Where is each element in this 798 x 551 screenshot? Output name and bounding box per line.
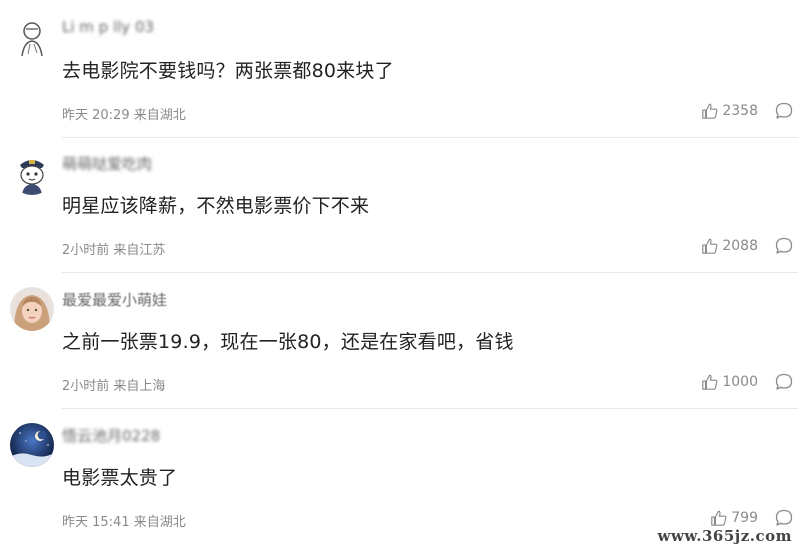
like-count: 799	[731, 510, 758, 526]
comment-location: 来自湖北	[133, 515, 186, 530]
like-button[interactable]: 799	[710, 509, 758, 527]
like-button[interactable]: 2358	[701, 102, 758, 120]
like-button[interactable]: 1000	[701, 373, 758, 391]
comment-item: Li m p lly 03 去电影院不要钱吗？两张票都80来块了 昨天 20:2…	[0, 4, 798, 138]
thumbs-up-icon	[711, 510, 727, 526]
comment-time: 昨天 15:41	[62, 515, 130, 530]
like-count: 2358	[722, 103, 758, 119]
comment-meta: 昨天 15:41 来自湖北	[62, 511, 186, 530]
like-count: 1000	[722, 374, 758, 390]
comment-time: 2小时前	[62, 379, 110, 394]
comment-time: 昨天 20:29	[62, 108, 130, 123]
comment-location: 来自湖北	[133, 108, 186, 123]
comment-location: 来自上海	[113, 379, 166, 394]
comment-meta: 2小时前 来自江苏	[62, 239, 165, 258]
comment-meta: 2小时前 来自上海	[62, 375, 165, 394]
police-cartoon-avatar-icon[interactable]	[10, 151, 54, 195]
comment-text: 明星应该降薪，不然电影票价下不来	[62, 195, 370, 217]
comment-text: 之前一张票19.9，现在一张80，还是在家看吧，省钱	[62, 331, 514, 353]
comment-bubble-icon	[775, 237, 793, 254]
comment-item: 悟云池月0228 电影票太贵了 昨天 15:41 来自湖北 799	[0, 411, 798, 545]
comment-meta: 昨天 20:29 来自湖北	[62, 104, 186, 123]
username-text[interactable]: 悟云池月0228	[62, 427, 160, 445]
comment-item: 最爱最爱小萌娃 之前一张票19.9，现在一张80，还是在家看吧，省钱 2小时前 …	[0, 275, 798, 409]
comment-bubble-icon	[775, 373, 793, 390]
night-sky-avatar-icon[interactable]	[10, 423, 54, 467]
thumbs-up-icon	[702, 238, 718, 254]
reply-button[interactable]	[774, 236, 794, 256]
site-watermark: www.365jz.com	[657, 527, 792, 545]
comment-time: 2小时前	[62, 243, 110, 258]
comment-text: 去电影院不要钱吗？两张票都80来块了	[62, 60, 394, 82]
comment-bubble-icon	[775, 102, 793, 119]
username-text[interactable]: 最爱最爱小萌娃	[62, 291, 167, 309]
comment-location: 来自江苏	[113, 243, 166, 258]
username-text[interactable]: 萌萌哒爱吃肉	[62, 155, 152, 173]
username-text[interactable]: Li m p lly 03	[62, 18, 154, 36]
girl-photo-avatar-icon[interactable]	[10, 287, 54, 331]
like-button[interactable]: 2088	[701, 237, 758, 255]
comment-item: 萌萌哒爱吃肉 明星应该降薪，不然电影票价下不来 2小时前 来自江苏 2088	[0, 139, 798, 273]
username[interactable]: 最爱最爱小萌娃	[62, 289, 167, 310]
thumbs-up-icon	[702, 103, 718, 119]
username[interactable]: Li m p lly 03	[62, 18, 154, 36]
thumbs-up-icon	[702, 374, 718, 390]
divider	[62, 137, 798, 138]
divider	[62, 272, 798, 273]
like-count: 2088	[722, 238, 758, 254]
comment-text: 电影票太贵了	[62, 467, 178, 489]
sketch-avatar-icon[interactable]	[10, 16, 54, 60]
username[interactable]: 萌萌哒爱吃肉	[62, 153, 152, 174]
reply-button[interactable]	[774, 101, 794, 121]
username[interactable]: 悟云池月0228	[62, 425, 160, 446]
comment-bubble-icon	[775, 509, 793, 526]
reply-button[interactable]	[774, 508, 794, 528]
reply-button[interactable]	[774, 372, 794, 392]
divider	[62, 408, 798, 409]
